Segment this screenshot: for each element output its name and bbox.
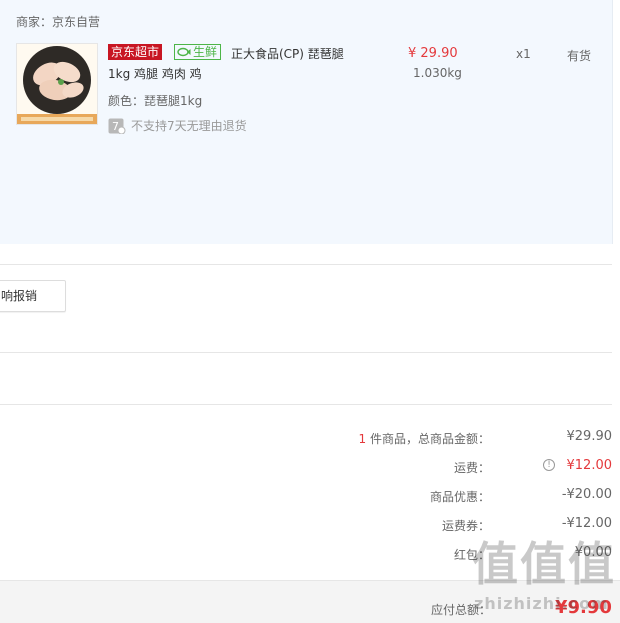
divider — [0, 352, 612, 353]
shipping-coupon-value: -¥12.00 — [561, 516, 612, 531]
discount-label: 商品优惠： — [429, 490, 490, 504]
shop-label: 商家：京东自营 — [16, 15, 101, 29]
red-packet-label: 红包： — [453, 548, 490, 562]
items-total-value: ¥29.90 — [566, 429, 613, 444]
no-return-notice: 7 不支持7天无理由退货 — [108, 117, 247, 134]
product-color-spec: 颜色：琵琶腿1kg — [108, 94, 203, 108]
items-total-label: 1 件商品，总商品金额： — [359, 430, 490, 447]
fish-icon — [177, 47, 191, 57]
product-image[interactable] — [16, 43, 98, 125]
seven-day-no-return-icon: 7 — [108, 118, 126, 134]
red-packet-value: ¥0.00 — [574, 545, 612, 560]
product-title-continued[interactable]: 1kg 鸡腿 鸡肉 鸡 — [108, 65, 202, 82]
shipping-value: ¥12.00 — [566, 458, 613, 473]
stock-status: 有货 — [567, 49, 592, 63]
items-total-label-text: 件商品，总商品金额： — [369, 432, 490, 446]
roast-chicken-legs-photo — [17, 44, 97, 124]
jd-supermarket-badge: 京东超市 — [108, 44, 163, 60]
divider — [0, 264, 612, 265]
unit-price: ¥ 29.90 — [408, 46, 458, 61]
shipping-coupon-label: 运费券： — [441, 519, 490, 533]
quantity: x1 — [516, 47, 531, 61]
product-weight: 1.030kg — [413, 66, 462, 80]
shipping-label: 运费： — [453, 461, 490, 475]
divider — [0, 404, 612, 405]
fresh-badge-label: 生鲜 — [193, 45, 218, 59]
invoice-reimburse-button[interactable]: 响报销 — [0, 280, 66, 312]
payment-footer — [0, 580, 620, 623]
total-payable-label: 应付总额： — [431, 603, 492, 617]
item-count: 1 — [358, 432, 367, 446]
product-title[interactable]: 正大食品(CP) 琵琶腿 — [231, 45, 344, 62]
discount-value: -¥20.00 — [561, 487, 612, 502]
fresh-badge: 生鲜 — [174, 44, 222, 60]
info-icon[interactable]: ! — [543, 459, 555, 471]
no-return-text: 不支持7天无理由退货 — [131, 119, 247, 133]
order-item-panel: 商家：京东自营 京东超市 生鲜 正大食品(CP) 琵琶腿 1kg 鸡腿 鸡肉 鸡… — [0, 0, 613, 244]
total-payable-value: ¥9.90 — [555, 597, 612, 618]
